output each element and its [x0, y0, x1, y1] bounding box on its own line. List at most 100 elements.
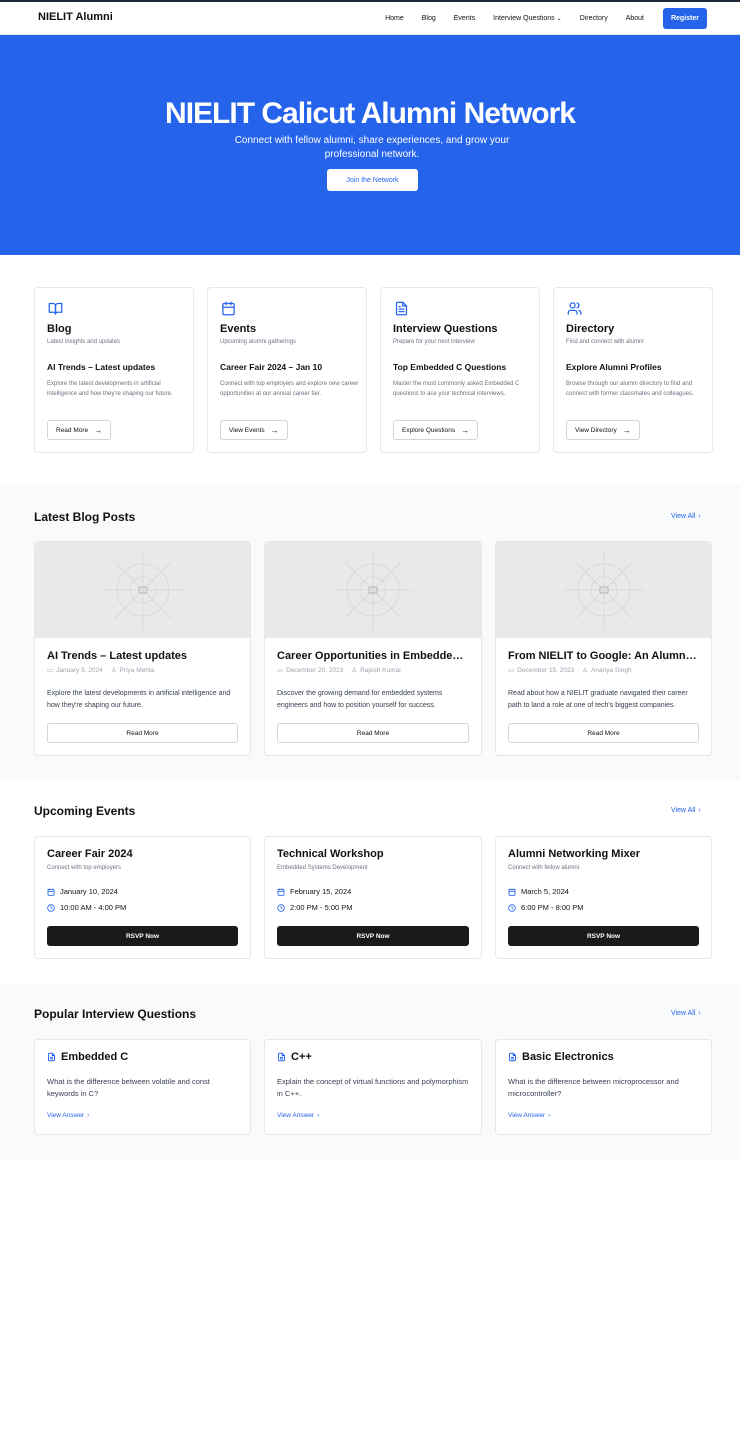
- event-card: Career Fair 2024 Connect with top employ…: [34, 836, 251, 959]
- view-directory-button[interactable]: View Directory →: [566, 420, 640, 440]
- feature-description: Master the most commonly asked Embedded …: [393, 381, 520, 397]
- view-answer-link[interactable]: View Answer ›: [508, 1112, 550, 1119]
- event-date-text: January 10, 2024: [60, 887, 118, 896]
- file-text-icon: [278, 1052, 285, 1062]
- chevron-right-icon: ›: [87, 1112, 90, 1119]
- view-all-events-link[interactable]: View All ›: [671, 807, 701, 814]
- join-network-button[interactable]: Join the Network: [327, 169, 418, 191]
- book-open-icon: [48, 302, 63, 315]
- hero-section: NIELIT Calicut Alumni Network Connect wi…: [0, 35, 740, 255]
- read-more-button[interactable]: Read More: [47, 723, 238, 743]
- site-logo[interactable]: NIELIT Alumni: [38, 11, 113, 23]
- nav-link-directory[interactable]: Directory: [580, 15, 608, 22]
- view-all-questions-link[interactable]: View All ›: [671, 1010, 701, 1017]
- event-date: February 15, 2024: [277, 887, 351, 896]
- feature-card-events: Events Upcoming alumni gatherings Career…: [207, 287, 367, 453]
- post-meta: ▭ December 15, 2023 ♙ Ananya Singh: [508, 666, 632, 675]
- view-answer-link[interactable]: View Answer ›: [47, 1112, 89, 1119]
- calendar-icon: [277, 888, 285, 896]
- button-label: Read More: [56, 426, 89, 434]
- button-label: View Directory: [575, 426, 617, 434]
- read-more-button[interactable]: Read More: [508, 723, 699, 743]
- post-title[interactable]: Career Opportunities in Embedded Systems: [277, 650, 469, 662]
- file-text-icon: [509, 1052, 516, 1062]
- button-label: Explore Questions: [402, 426, 456, 434]
- view-events-button[interactable]: View Events →: [220, 420, 288, 440]
- post-author: Ananya Singh: [591, 666, 632, 674]
- post-date: January 5, 2024: [56, 666, 103, 674]
- image-placeholder: [496, 542, 711, 638]
- view-answer-label: View Answer: [277, 1112, 315, 1119]
- view-all-blog-link[interactable]: View All ›: [671, 513, 701, 520]
- question-topic-label: C++: [291, 1051, 312, 1063]
- feature-title: Interview Questions: [393, 323, 498, 335]
- section-title: Latest Blog Posts: [34, 510, 136, 524]
- nav-link-blog[interactable]: Blog: [422, 15, 436, 22]
- feature-subtitle: Find and connect with alumni: [566, 339, 644, 345]
- event-card: Technical Workshop Embedded Systems Deve…: [264, 836, 482, 959]
- chevron-right-icon: ›: [698, 513, 701, 520]
- button-label: View Events: [229, 426, 265, 434]
- nav-link-about[interactable]: About: [626, 15, 644, 22]
- feature-heading: Top Embedded C Questions: [393, 362, 507, 372]
- clock-icon: [277, 903, 285, 912]
- view-answer-link[interactable]: View Answer ›: [277, 1112, 319, 1119]
- feature-card-directory: Directory Find and connect with alumni E…: [553, 287, 713, 453]
- feature-description: Connect with top employers and explore n…: [220, 381, 359, 397]
- file-text-icon: [395, 301, 408, 316]
- feature-card-blog: Blog Latest insights and updates AI Tren…: [34, 287, 194, 453]
- feature-title: Directory: [566, 323, 615, 335]
- rsvp-button[interactable]: RSVP Now: [47, 926, 238, 946]
- nav-link-home[interactable]: Home: [385, 15, 404, 22]
- rsvp-button[interactable]: RSVP Now: [508, 926, 699, 946]
- feature-title: Events: [220, 323, 257, 335]
- calendar-icon: ▭: [508, 667, 515, 674]
- read-more-button[interactable]: Read More →: [47, 420, 112, 440]
- event-date: March 5, 2024: [508, 887, 569, 896]
- nav-link-events[interactable]: Events: [454, 15, 475, 22]
- feature-description: Browse through our alumni directory to f…: [566, 381, 694, 397]
- post-meta: ▭ December 20, 2023 ♙ Rajesh Kumar: [277, 666, 401, 675]
- user-icon: ♙: [582, 667, 589, 674]
- event-time-text: 10:00 AM - 4:00 PM: [60, 903, 127, 912]
- event-subtitle: Connect with fellow alumni: [508, 865, 580, 871]
- post-author: Priya Mehta: [119, 666, 155, 674]
- explore-questions-button[interactable]: Explore Questions →: [393, 420, 479, 440]
- post-title[interactable]: From NIELIT to Google: An Alumni Success…: [508, 650, 699, 662]
- register-button[interactable]: Register: [663, 8, 707, 29]
- nav-link-interview-questions-label: Interview Questions: [493, 15, 555, 22]
- question-text: What is the difference between microproc…: [508, 1077, 679, 1098]
- event-title: Technical Workshop: [277, 848, 384, 860]
- blog-cards: AI Trends – Latest updates ▭ January 5, 2…: [34, 541, 712, 756]
- user-icon: ♙: [110, 667, 117, 674]
- post-excerpt: Read about how a NIELIT graduate navigat…: [508, 690, 688, 709]
- chevron-right-icon: ›: [698, 1010, 701, 1017]
- image-placeholder: [265, 542, 481, 638]
- image-placeholder: [35, 542, 250, 638]
- event-cards: Career Fair 2024 Connect with top employ…: [34, 836, 712, 959]
- question-topic-label: Basic Electronics: [522, 1051, 614, 1063]
- view-answer-label: View Answer: [508, 1112, 546, 1119]
- arrow-right-icon: →: [94, 425, 103, 435]
- read-more-button[interactable]: Read More: [277, 723, 469, 743]
- event-time: 10:00 AM - 4:00 PM: [47, 903, 126, 912]
- calendar-icon: ▭: [47, 667, 54, 674]
- post-title[interactable]: AI Trends – Latest updates: [47, 650, 238, 662]
- chevron-right-icon: ›: [317, 1112, 320, 1119]
- event-card: Alumni Networking Mixer Connect with fel…: [495, 836, 712, 959]
- question-card: C++ Explain the concept of virtual funct…: [264, 1039, 482, 1135]
- question-text: What is the difference between volatile …: [47, 1077, 210, 1098]
- arrow-right-icon: →: [270, 425, 279, 435]
- event-date-text: February 15, 2024: [290, 887, 352, 896]
- user-icon: ♙: [351, 667, 358, 674]
- blog-section: Latest Blog Posts View All › AI Trends –…: [0, 485, 740, 780]
- post-date: December 20, 2023: [286, 666, 344, 674]
- feature-title: Blog: [47, 323, 72, 335]
- arrow-right-icon: →: [461, 425, 470, 435]
- arrow-right-icon: →: [622, 425, 631, 435]
- event-title: Career Fair 2024: [47, 848, 133, 860]
- event-subtitle: Embedded Systems Development: [277, 865, 368, 871]
- feature-subtitle: Latest insights and updates: [47, 339, 121, 345]
- nav-link-interview-questions[interactable]: Interview Questions ⌄: [493, 15, 562, 22]
- rsvp-button[interactable]: RSVP Now: [277, 926, 469, 946]
